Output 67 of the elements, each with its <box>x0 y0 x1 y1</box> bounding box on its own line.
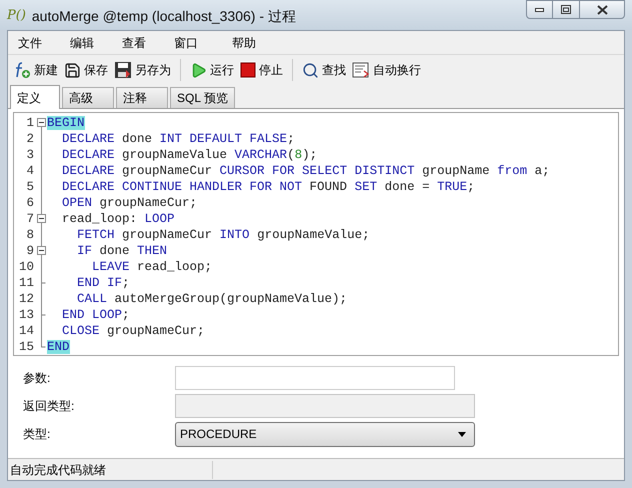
stop-icon <box>240 62 256 78</box>
line-number: 12 <box>18 291 35 307</box>
close-icon <box>596 4 608 14</box>
code-line: DECLARE done INT DEFAULT FALSE; <box>61 131 296 147</box>
tab[interactable]: SQL 预览 <box>170 87 235 108</box>
code-line: read_loop: LOOP <box>61 211 176 227</box>
minimize-icon <box>535 8 544 12</box>
code-line: LEAVE read_loop; <box>91 259 214 275</box>
tab[interactable]: 注释 <box>116 87 168 108</box>
line-number: 14 <box>18 323 35 339</box>
field-label: 类型: <box>23 426 52 443</box>
save-as-icon <box>114 61 132 79</box>
menu-item[interactable]: 窗口 <box>166 34 206 52</box>
tab[interactable]: 定义 <box>10 85 60 109</box>
line-number: 6 <box>25 195 35 211</box>
field-label: 返回类型: <box>23 398 76 415</box>
code-line: IF done THEN <box>76 243 168 259</box>
menu-item[interactable]: 编辑 <box>62 34 102 52</box>
tab[interactable]: 高级 <box>62 87 114 108</box>
line-number: 10 <box>18 259 35 275</box>
line-number: 9 <box>25 243 35 259</box>
line-number: 8 <box>25 227 35 243</box>
field-label: 参数: <box>23 370 52 387</box>
menu-item[interactable]: 文件 <box>10 34 50 52</box>
code-line: DECLARE groupNameValue VARCHAR(8); <box>61 147 318 163</box>
line-number: 5 <box>25 179 35 195</box>
type-dropdown[interactable]: PROCEDURE <box>175 422 475 446</box>
restore-icon <box>561 5 571 14</box>
app-logo: P() <box>7 7 26 25</box>
code-line: DECLARE CONTINUE HANDLER FOR NOT FOUND SET done = TRUE; <box>61 179 476 195</box>
save-icon <box>64 62 81 78</box>
toolbar-button[interactable]: 查找 <box>300 58 348 82</box>
code-line: CALL autoMergeGroup(groupNameValue); <box>76 291 348 307</box>
line-number: 15 <box>18 339 35 355</box>
run-icon <box>190 62 207 78</box>
search-icon <box>302 62 319 78</box>
code-line: END IF; <box>76 275 131 291</box>
minimize-button[interactable] <box>526 0 553 19</box>
dropdown-caret-icon <box>458 432 466 436</box>
input-field[interactable] <box>175 366 455 390</box>
line-number: 11 <box>18 275 35 291</box>
toolbar-button[interactable]: 运行 <box>188 58 236 82</box>
line-number: 13 <box>18 307 35 323</box>
toolbar-button[interactable]: 停止 <box>238 58 285 82</box>
line-number: 7 <box>25 211 35 227</box>
line-number: 1 <box>25 115 35 131</box>
menu-item[interactable]: 查看 <box>114 34 154 52</box>
close-button[interactable] <box>579 0 625 19</box>
code-line: FETCH groupNameCur INTO groupNameValue; <box>76 227 371 243</box>
status-text: 自动完成代码就绪 <box>8 460 213 478</box>
word-wrap-icon <box>352 62 370 78</box>
toolbar-button[interactable]: 自动换行 <box>350 58 423 82</box>
function-icon <box>13 61 31 79</box>
menu-item[interactable]: 帮助 <box>224 34 264 52</box>
line-number: 4 <box>25 163 35 179</box>
code-line: END LOOP; <box>61 307 131 323</box>
window-title: autoMerge @temp (localhost_3306) - 过程 <box>32 7 296 26</box>
code-line: OPEN groupNameCur; <box>61 195 198 211</box>
toolbar-button[interactable]: 新建 <box>11 58 60 82</box>
line-number: 2 <box>25 131 35 147</box>
code-editor[interactable] <box>13 112 619 356</box>
toolbar-button[interactable]: 另存为 <box>112 58 173 82</box>
code-line: CLOSE groupNameCur; <box>61 323 206 339</box>
code-line: DECLARE groupNameCur CURSOR FOR SELECT DISTINCT groupName from a; <box>61 163 550 179</box>
line-number: 3 <box>25 147 35 163</box>
toolbar-button[interactable]: 保存 <box>62 58 110 82</box>
maximize-button[interactable] <box>553 0 579 19</box>
